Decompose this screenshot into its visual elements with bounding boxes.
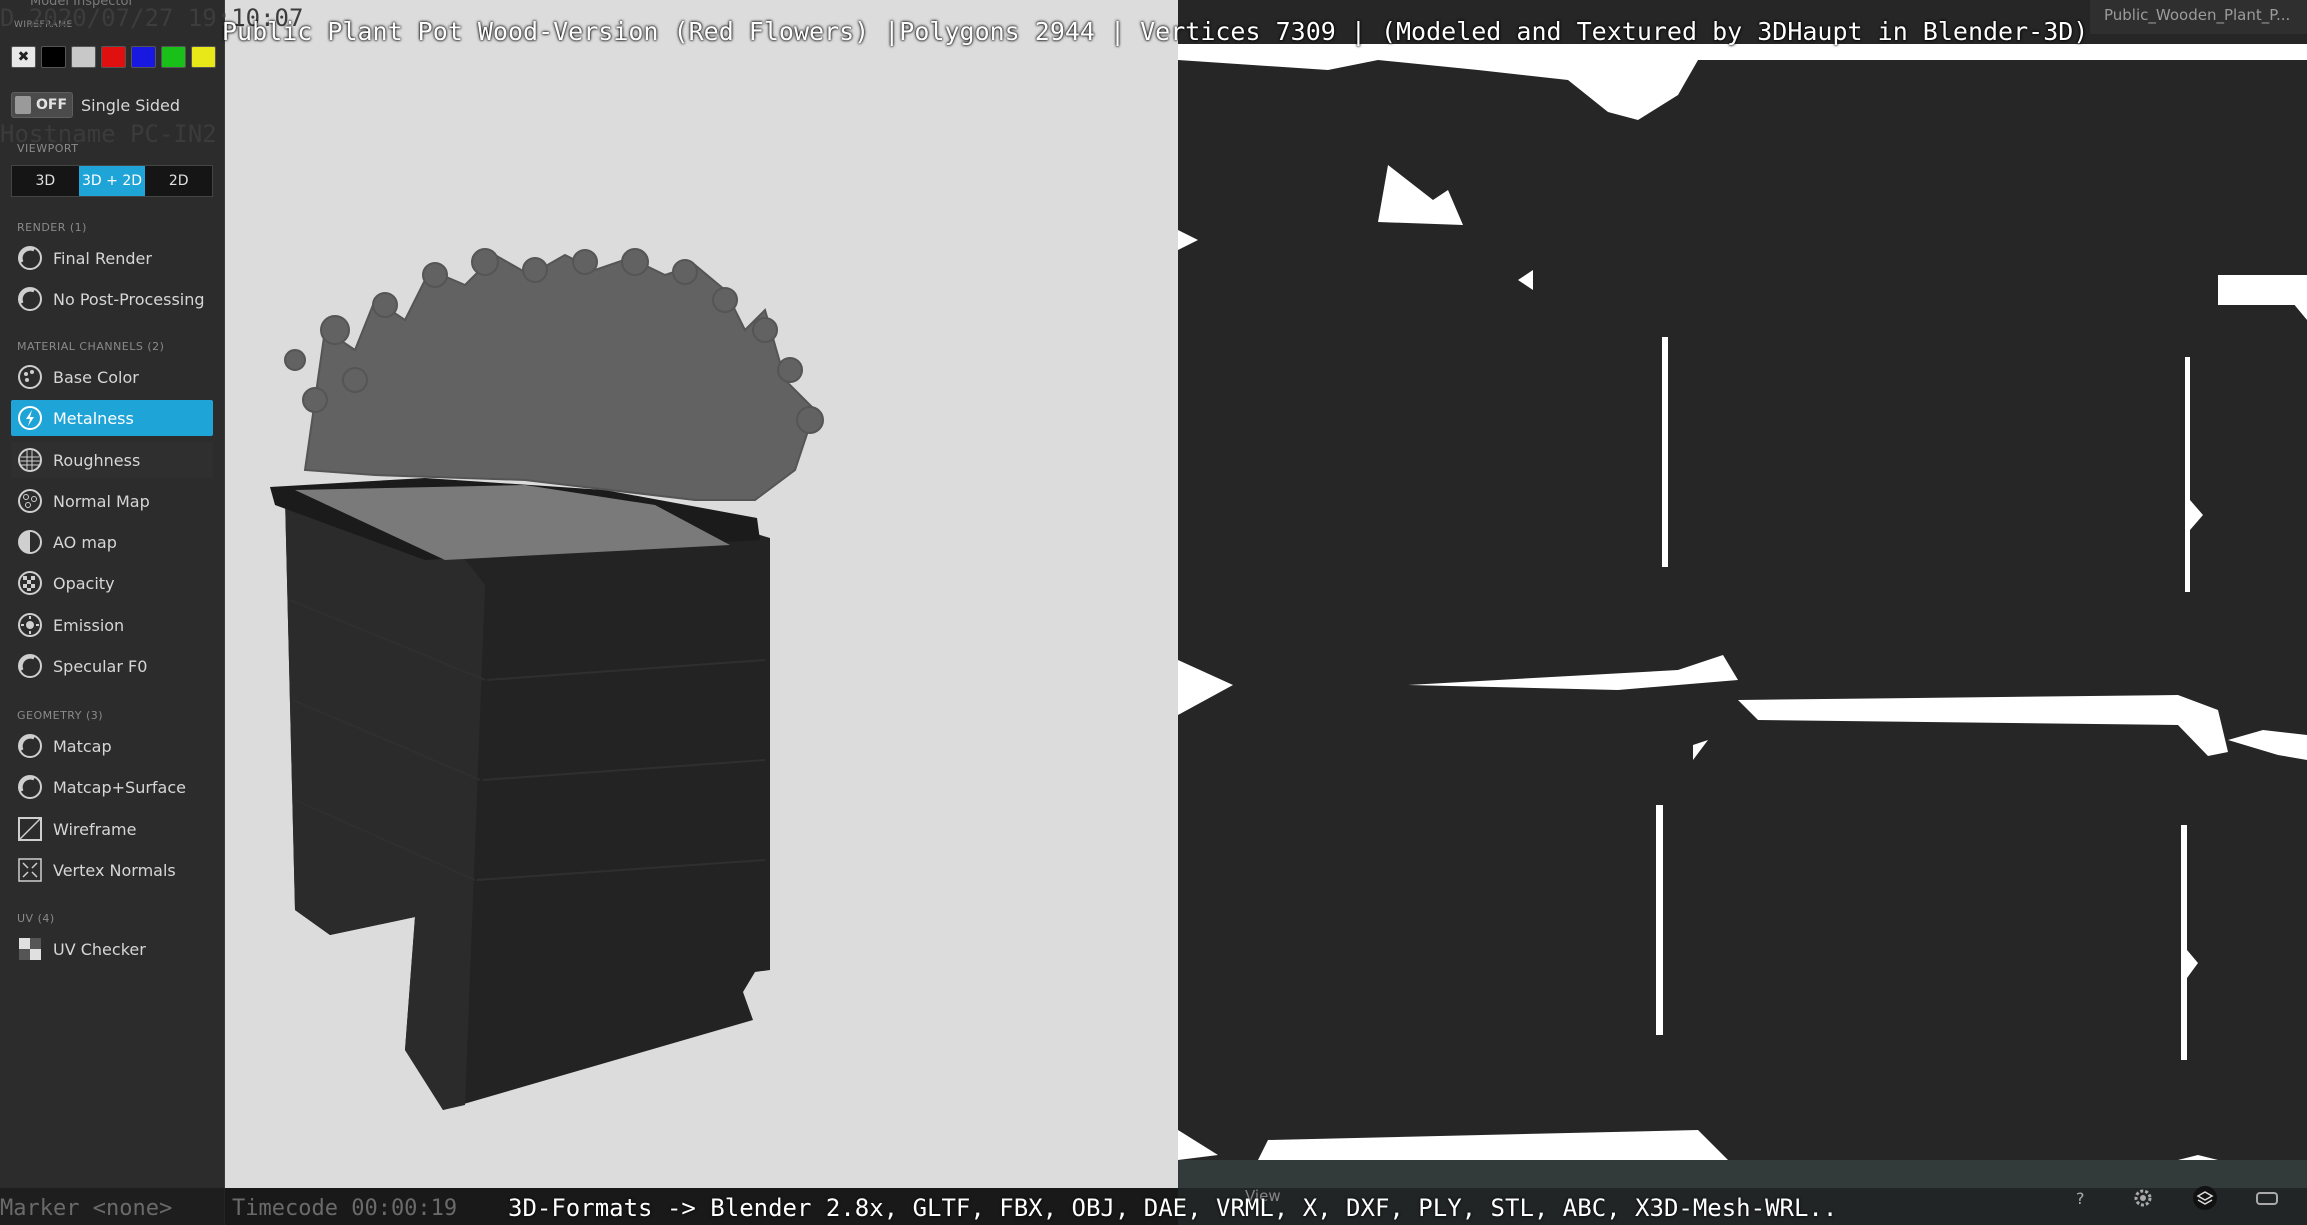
vertex-normals-icon [17, 857, 43, 883]
menu-specular-f0[interactable]: Specular F0 [11, 648, 213, 684]
menu-label: UV Checker [53, 939, 146, 959]
menu-uv-checker[interactable]: UV Checker [11, 931, 213, 967]
toggle-state: OFF [36, 97, 68, 113]
wireframe-color-yellow[interactable] [191, 46, 216, 68]
menu-label: Final Render [53, 248, 152, 268]
menu-final-render[interactable]: Final Render [11, 240, 213, 276]
viewport-2d-uv[interactable] [1178, 0, 2307, 1160]
menu-label: Roughness [53, 450, 141, 470]
menu-label: Base Color [53, 367, 139, 387]
single-sided-toggle[interactable]: OFF [11, 92, 73, 118]
wireframe-color-green[interactable] [161, 46, 186, 68]
normal-map-icon [17, 488, 43, 514]
sphere-icon [17, 245, 43, 271]
material-section-label: MATERIAL CHANNELS (2) [17, 340, 165, 353]
menu-label: Normal Map [53, 491, 150, 511]
single-sided-label: Single Sided [81, 95, 181, 115]
single-sided-row: OFF Single Sided [11, 92, 180, 118]
sphere-icon [17, 286, 43, 312]
uv-checker-icon [17, 936, 43, 962]
layers-icon[interactable] [2192, 1185, 2218, 1211]
marker-ghost: Marker <none> [0, 1196, 173, 1221]
model-name-label: Public_Wooden_Plant_P... [2090, 0, 2307, 34]
menu-label: Opacity [53, 573, 115, 593]
timecode-ghost: Timecode 00:00:19 [232, 1196, 458, 1221]
wireframe-color-swatches: ✖ [11, 46, 216, 68]
render-section-label: RENDER (1) [17, 221, 87, 234]
menu-roughness[interactable]: Roughness [11, 442, 213, 478]
video-title-overlay: Public Plant Pot Wood-Version (Red Flowe… [222, 17, 2089, 46]
wireframe-color-black[interactable] [41, 46, 66, 68]
geometry-section-label: GEOMETRY (3) [17, 709, 104, 722]
menu-label: AO map [53, 532, 117, 552]
settings-icon[interactable] [2130, 1185, 2156, 1211]
menu-ao-map[interactable]: AO map [11, 524, 213, 560]
uv-layout [1178, 0, 2307, 1160]
wireframe-color-blue[interactable] [131, 46, 156, 68]
hostname-ghost: Hostname PC-IN2 [0, 120, 217, 148]
metalness-icon [17, 405, 43, 431]
vr-icon[interactable] [2254, 1185, 2280, 1211]
menu-wireframe[interactable]: Wireframe [11, 811, 213, 847]
menu-label: Matcap [53, 736, 112, 756]
menu-opacity[interactable]: Opacity [11, 565, 213, 601]
opacity-icon [17, 570, 43, 596]
menu-label: Vertex Normals [53, 860, 176, 880]
svg-text:?: ? [2076, 1189, 2085, 1208]
emission-icon [17, 612, 43, 638]
menu-label: Matcap+Surface [53, 777, 186, 797]
matcap-icon [17, 733, 43, 759]
menu-label: No Post-Processing [53, 289, 205, 309]
inspector-sidebar: Model Inspector WIREFRAME ✖ OFF Single S… [0, 0, 225, 1225]
roughness-icon [17, 447, 43, 473]
viewport-3d-button[interactable]: 3D [12, 166, 79, 196]
formats-caption: 3D-Formats -> Blender 2.8x, GLTF, FBX, O… [508, 1194, 1838, 1222]
flowers [284, 248, 824, 501]
menu-base-color[interactable]: Base Color [11, 359, 213, 395]
viewport-mode-selector: 3D 3D + 2D 2D [11, 165, 213, 197]
wireframe-color-gray[interactable] [71, 46, 96, 68]
menu-emission[interactable]: Emission [11, 607, 213, 643]
menu-label: Emission [53, 615, 125, 635]
menu-metalness[interactable]: Metalness [11, 400, 213, 436]
menu-vertex-normals[interactable]: Vertex Normals [11, 852, 213, 888]
matcap-surface-icon [17, 774, 43, 800]
viewport-3d-2d-button[interactable]: 3D + 2D [78, 166, 146, 196]
menu-normal-map[interactable]: Normal Map [11, 483, 213, 519]
menu-no-post-processing[interactable]: No Post-Processing [11, 281, 213, 317]
menu-label: Metalness [53, 408, 134, 428]
viewport-2d-button[interactable]: 2D [145, 166, 213, 196]
menu-label: Wireframe [53, 819, 137, 839]
wireframe-color-red[interactable] [101, 46, 126, 68]
menu-matcap-surface[interactable]: Matcap+Surface [11, 769, 213, 805]
help-icon[interactable]: ? [2068, 1185, 2094, 1211]
viewport-3d[interactable] [225, 0, 1178, 1188]
plant-pot-render [270, 248, 824, 1110]
wooden-pot [270, 478, 770, 1110]
menu-matcap[interactable]: Matcap [11, 728, 213, 764]
wireframe-icon [17, 816, 43, 842]
viewer-toolbar: ? [2068, 1185, 2307, 1211]
palette-icon [17, 364, 43, 390]
ao-map-icon [17, 529, 43, 555]
menu-label: Specular F0 [53, 656, 148, 676]
uv-section-label: UV (4) [17, 912, 55, 925]
wireframe-off-swatch[interactable]: ✖ [11, 46, 36, 68]
specular-icon [17, 653, 43, 679]
